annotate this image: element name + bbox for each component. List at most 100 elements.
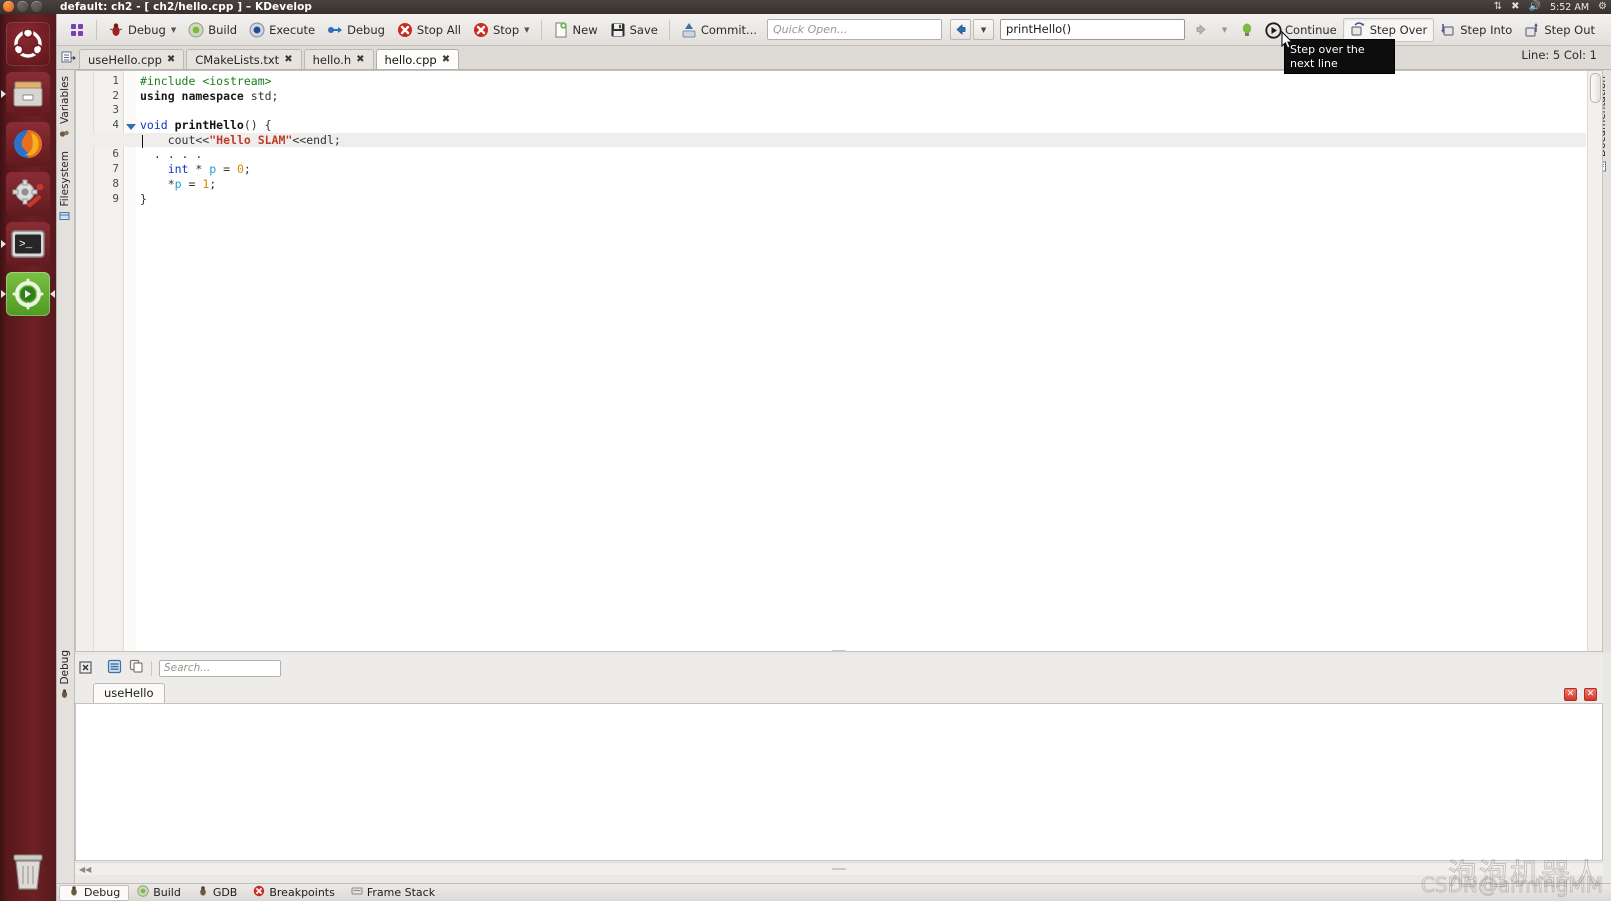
statusbar-item-breakpoints[interactable]: Breakpoints — [245, 885, 343, 901]
scroll-left-icon[interactable]: ◀◀ — [79, 865, 91, 874]
commit-button[interactable]: Commit... — [675, 18, 763, 42]
launcher-item-system-settings[interactable] — [6, 172, 50, 216]
save-button[interactable]: Save — [604, 18, 664, 42]
statusbar-item-debug[interactable]: Debug — [59, 884, 130, 901]
tab-CMakeLists-txt[interactable]: CMakeLists.txt ✖ — [186, 49, 302, 69]
code-token: int — [140, 162, 196, 177]
code-line[interactable]: cout<<"Hello SLAM"<<endl; — [76, 132, 1586, 148]
copy-icon[interactable] — [129, 659, 144, 678]
context-function-field[interactable]: printHello() — [1000, 19, 1186, 40]
code-line[interactable]: using namespace std; — [136, 89, 1586, 104]
editor-icon-border[interactable] — [76, 71, 94, 651]
code-token: p — [209, 162, 224, 177]
statusbar-item-frame-stack[interactable]: Frame Stack — [343, 885, 443, 901]
launcher-item-kdevelop[interactable] — [1, 272, 55, 316]
show-hints-button[interactable] — [1235, 18, 1259, 42]
code-line[interactable]: #include <iostream> — [136, 74, 1586, 89]
fold-triangle-icon[interactable] — [126, 124, 136, 130]
editor-vertical-scrollbar[interactable] — [1587, 71, 1602, 651]
statusbar-label: Frame Stack — [366, 886, 436, 899]
close-icon[interactable]: ✖ — [284, 54, 292, 65]
chevron-down-icon[interactable]: ▼ — [171, 26, 176, 34]
code-line[interactable]: *p = 1; — [136, 177, 1586, 192]
sidebar-tab-filesystem[interactable]: Filesystem — [57, 145, 73, 228]
statusbar-item-gdb[interactable]: GDB — [189, 885, 246, 901]
navigate-back-dropdown[interactable]: ▼ — [973, 19, 995, 40]
system-tray[interactable]: ⇅ ✖ 🔊 5:52 AM ⚙ — [1494, 0, 1607, 14]
bottom-view-output-area[interactable] — [75, 703, 1603, 861]
tab-hello-h[interactable]: hello.h ✖ — [303, 49, 374, 69]
code-token: = — [223, 162, 237, 177]
code-line[interactable]: } — [136, 192, 1586, 207]
continue-button[interactable]: Continue — [1259, 18, 1343, 42]
sidebar-tab-label: Variables — [59, 76, 71, 124]
sidebar-tab-debug[interactable]: Debug — [57, 644, 73, 850]
line-number: 4 — [112, 118, 119, 132]
close-output-button-2[interactable]: ✕ — [1584, 688, 1597, 701]
code-folding-gutter[interactable] — [125, 71, 136, 651]
debug-run-button[interactable]: Debug — [321, 18, 391, 42]
launcher-item-firefox[interactable] — [6, 122, 50, 166]
grid-icon — [69, 22, 85, 38]
navigate-back-button[interactable] — [950, 19, 972, 40]
code-token: void — [140, 118, 175, 133]
launcher-item-files[interactable] — [1, 72, 50, 116]
step-into-button[interactable]: Step Into — [1434, 18, 1518, 42]
system-gear-icon[interactable]: ⚙ — [1598, 2, 1607, 12]
stop-all-button[interactable]: Stop All — [391, 18, 467, 42]
statusbar-item-build[interactable]: Build — [129, 885, 189, 901]
code-editor[interactable]: 123456789 #include <iostream>using names… — [75, 70, 1603, 652]
window-maximize-button[interactable] — [31, 1, 42, 12]
debug-configure-button[interactable]: Debug ▼ — [102, 18, 182, 42]
code-line[interactable]: int * p = 0; — [136, 162, 1586, 177]
step-out-button[interactable]: Step Out — [1518, 18, 1601, 42]
quick-open-input[interactable]: Quick Open... — [767, 19, 943, 40]
bottom-view-tab-useHello[interactable]: useHello — [93, 683, 165, 703]
stop-button[interactable]: Stop ▼ — [467, 18, 536, 42]
launcher-item-ubuntu-dash[interactable] — [6, 22, 50, 66]
close-icon[interactable]: ✖ — [356, 54, 364, 65]
close-view-icon[interactable] — [79, 659, 92, 678]
tab-label: useHello.cpp — [88, 52, 162, 67]
window-controls[interactable] — [3, 1, 42, 12]
navigate-forward-dropdown[interactable]: ▼ — [1214, 19, 1235, 40]
code-line[interactable]: . . . . — [136, 147, 1586, 162]
close-icon[interactable]: ✖ — [167, 54, 175, 65]
execute-button[interactable]: Execute — [243, 18, 321, 42]
cursor-position-indicator: Line: 5 Col: 1 — [1521, 48, 1597, 62]
volume-icon[interactable]: 🔊 — [1529, 2, 1541, 12]
launcher-item-trash[interactable] — [8, 853, 48, 891]
editor-splitter-handle[interactable] — [75, 648, 1603, 654]
execute-gear-icon — [249, 22, 265, 38]
sidebar-tab-variables[interactable]: Variables — [57, 70, 73, 145]
step-over-button[interactable]: Step Over — [1342, 17, 1435, 42]
bottom-view-tabbar: useHello ✕ ✕ — [75, 681, 1603, 703]
build-button[interactable]: Build — [182, 18, 243, 42]
new-button[interactable]: New — [547, 18, 604, 42]
dash-grid-button[interactable] — [63, 18, 91, 42]
tab-list-icon[interactable] — [57, 45, 79, 69]
chevron-down-icon[interactable]: ▼ — [524, 26, 529, 34]
raise-icon[interactable] — [107, 659, 122, 678]
tab-useHello-cpp[interactable]: useHello.cpp ✖ — [79, 49, 185, 69]
line-number-gutter: 123456789 — [94, 71, 124, 651]
network-updown-icon[interactable]: ⇅ — [1494, 2, 1502, 12]
window-close-button[interactable] — [3, 1, 14, 12]
tab-hello-cpp[interactable]: hello.cpp ✖ — [375, 49, 460, 69]
code-text-area[interactable]: #include <iostream> using namespace std; … — [76, 71, 1586, 651]
code-line[interactable] — [136, 103, 1586, 118]
clock[interactable]: 5:52 AM — [1550, 2, 1589, 13]
code-line[interactable]: void printHello() { — [136, 118, 1586, 133]
window-minimize-button[interactable] — [17, 1, 28, 12]
bottom-view-search-input[interactable]: Search... — [159, 659, 281, 677]
navigate-forward-button[interactable] — [1191, 19, 1212, 40]
close-output-button-1[interactable]: ✕ — [1564, 688, 1577, 701]
terminal-icon: >_ — [6, 222, 50, 266]
bluetooth-icon[interactable]: ✖ — [1511, 2, 1519, 12]
stop-icon — [397, 22, 413, 38]
debug-icon — [68, 885, 80, 900]
close-icon[interactable]: ✖ — [442, 54, 450, 65]
scrollbar-thumb[interactable] — [1590, 73, 1601, 103]
launcher-item-terminal[interactable]: >_ — [1, 222, 50, 266]
bottom-view-horizontal-scrollbar[interactable]: ◀◀ — [75, 862, 1603, 875]
